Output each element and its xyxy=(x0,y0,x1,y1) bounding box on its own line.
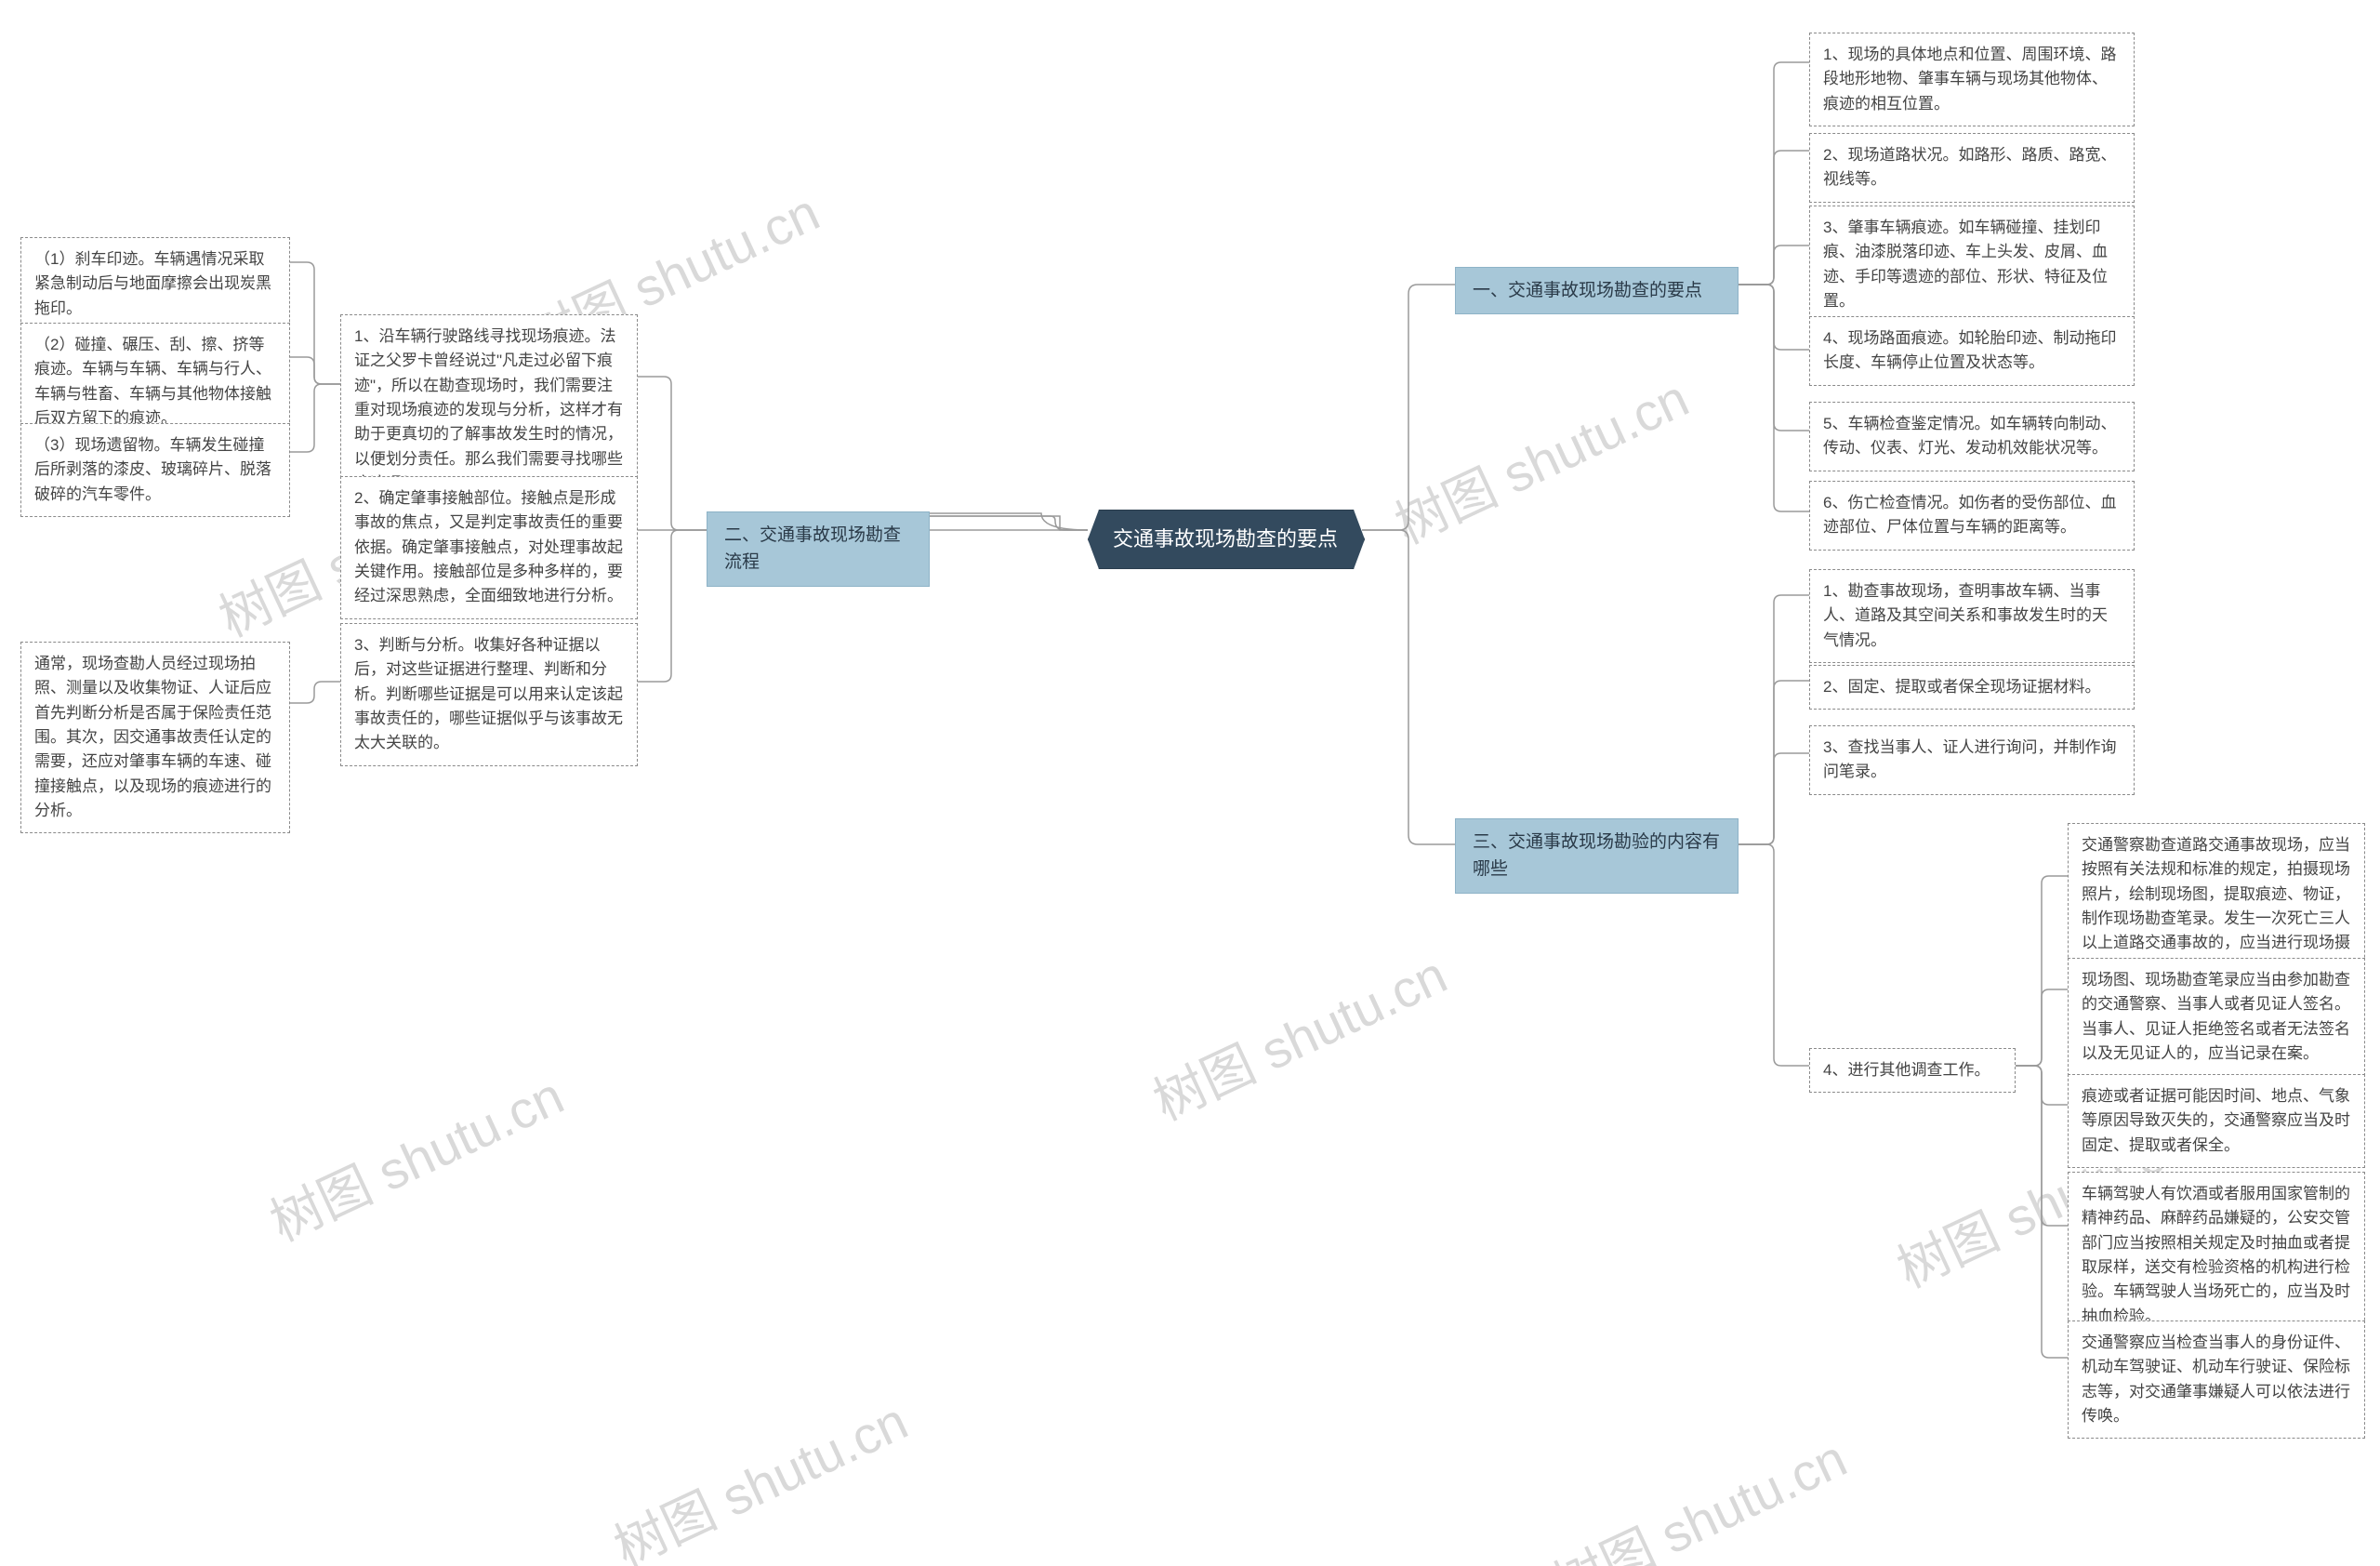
b2-1-sub-1[interactable]: （1）刹车印迹。车辆遇情况采取紧急制动后与地面摩擦会出现炭黑拖印。 xyxy=(20,237,290,331)
b2-1-sub-3[interactable]: （3）现场遗留物。车辆发生碰撞后所剥落的漆皮、玻璃碎片、脱落破碎的汽车零件。 xyxy=(20,423,290,517)
watermark: 树图 shutu.cn xyxy=(257,1055,575,1256)
b3-4-sub-5[interactable]: 交通警察应当检查当事人的身份证件、机动车驾驶证、机动车行驶证、保险标志等，对交通… xyxy=(2068,1320,2365,1439)
b3-leaf-1[interactable]: 1、勘查事故现场，查明事故车辆、当事人、道路及其空间关系和事故发生时的天气情况。 xyxy=(1809,569,2135,663)
b2-leaf-3[interactable]: 3、判断与分析。收集好各种证据以后，对这些证据进行整理、判断和分析。判断哪些证据… xyxy=(340,623,638,766)
b1-leaf-1[interactable]: 1、现场的具体地点和位置、周围环境、路段地形地物、肇事车辆与现场其他物体、痕迹的… xyxy=(1809,33,2135,126)
watermark: 树图 shutu.cn xyxy=(1540,1417,1858,1566)
b1-leaf-3[interactable]: 3、肇事车辆痕迹。如车辆碰撞、挂划印痕、油漆脱落印迹、车上头发、皮屑、血迹、手印… xyxy=(1809,206,2135,324)
b2-leaf-2[interactable]: 2、确定肇事接触部位。接触点是形成事故的焦点，又是判定事故责任的重要依据。确定肇… xyxy=(340,476,638,619)
b3-4-sub-4[interactable]: 车辆驾驶人有饮酒或者服用国家管制的精神药品、麻醉药品嫌疑的，公安交管部门应当按照… xyxy=(2068,1172,2365,1339)
root-node[interactable]: 交通事故现场勘查的要点 xyxy=(1088,510,1365,569)
b1-leaf-4[interactable]: 4、现场路面痕迹。如轮胎印迹、制动拖印长度、车辆停止位置及状态等。 xyxy=(1809,316,2135,386)
b1-leaf-5[interactable]: 5、车辆检查鉴定情况。如车辆转向制动、传动、仪表、灯光、发动机效能状况等。 xyxy=(1809,402,2135,471)
b2-3-sub-1[interactable]: 通常，现场查勘人员经过现场拍照、测量以及收集物证、人证后应首先判断分析是否属于保… xyxy=(20,642,290,833)
b1-leaf-2[interactable]: 2、现场道路状况。如路形、路质、路宽、视线等。 xyxy=(1809,133,2135,203)
b3-leaf-2[interactable]: 2、固定、提取或者保全现场证据材料。 xyxy=(1809,665,2135,710)
b1-leaf-6[interactable]: 6、伤亡检查情况。如伤者的受伤部位、血迹部位、尸体位置与车辆的距离等。 xyxy=(1809,481,2135,551)
branch-1[interactable]: 一、交通事故现场勘查的要点 xyxy=(1455,267,1739,314)
watermark: 树图 shutu.cn xyxy=(1140,934,1458,1135)
mindmap-canvas: 树图 shutu.cn 树图 shutu.cn 树图 shutu.cn 树图 s… xyxy=(0,0,2380,1566)
b3-leaf-3[interactable]: 3、查找当事人、证人进行询问，并制作询问笔录。 xyxy=(1809,725,2135,795)
b3-4-sub-2[interactable]: 现场图、现场勘查笔录应当由参加勘查的交通警察、当事人或者见证人签名。当事人、见证… xyxy=(2068,958,2365,1076)
b3-4-sub-3[interactable]: 痕迹或者证据可能因时间、地点、气象等原因导致灭失的，交通警察应当及时固定、提取或… xyxy=(2068,1074,2365,1168)
watermark: 树图 shutu.cn xyxy=(1382,357,1699,559)
b3-leaf-4[interactable]: 4、进行其他调查工作。 xyxy=(1809,1048,2016,1093)
branch-2[interactable]: 二、交通事故现场勘查流程 xyxy=(707,511,930,587)
watermark: 树图 shutu.cn xyxy=(601,1380,919,1566)
branch-3[interactable]: 三、交通事故现场勘验的内容有哪些 xyxy=(1455,818,1739,894)
